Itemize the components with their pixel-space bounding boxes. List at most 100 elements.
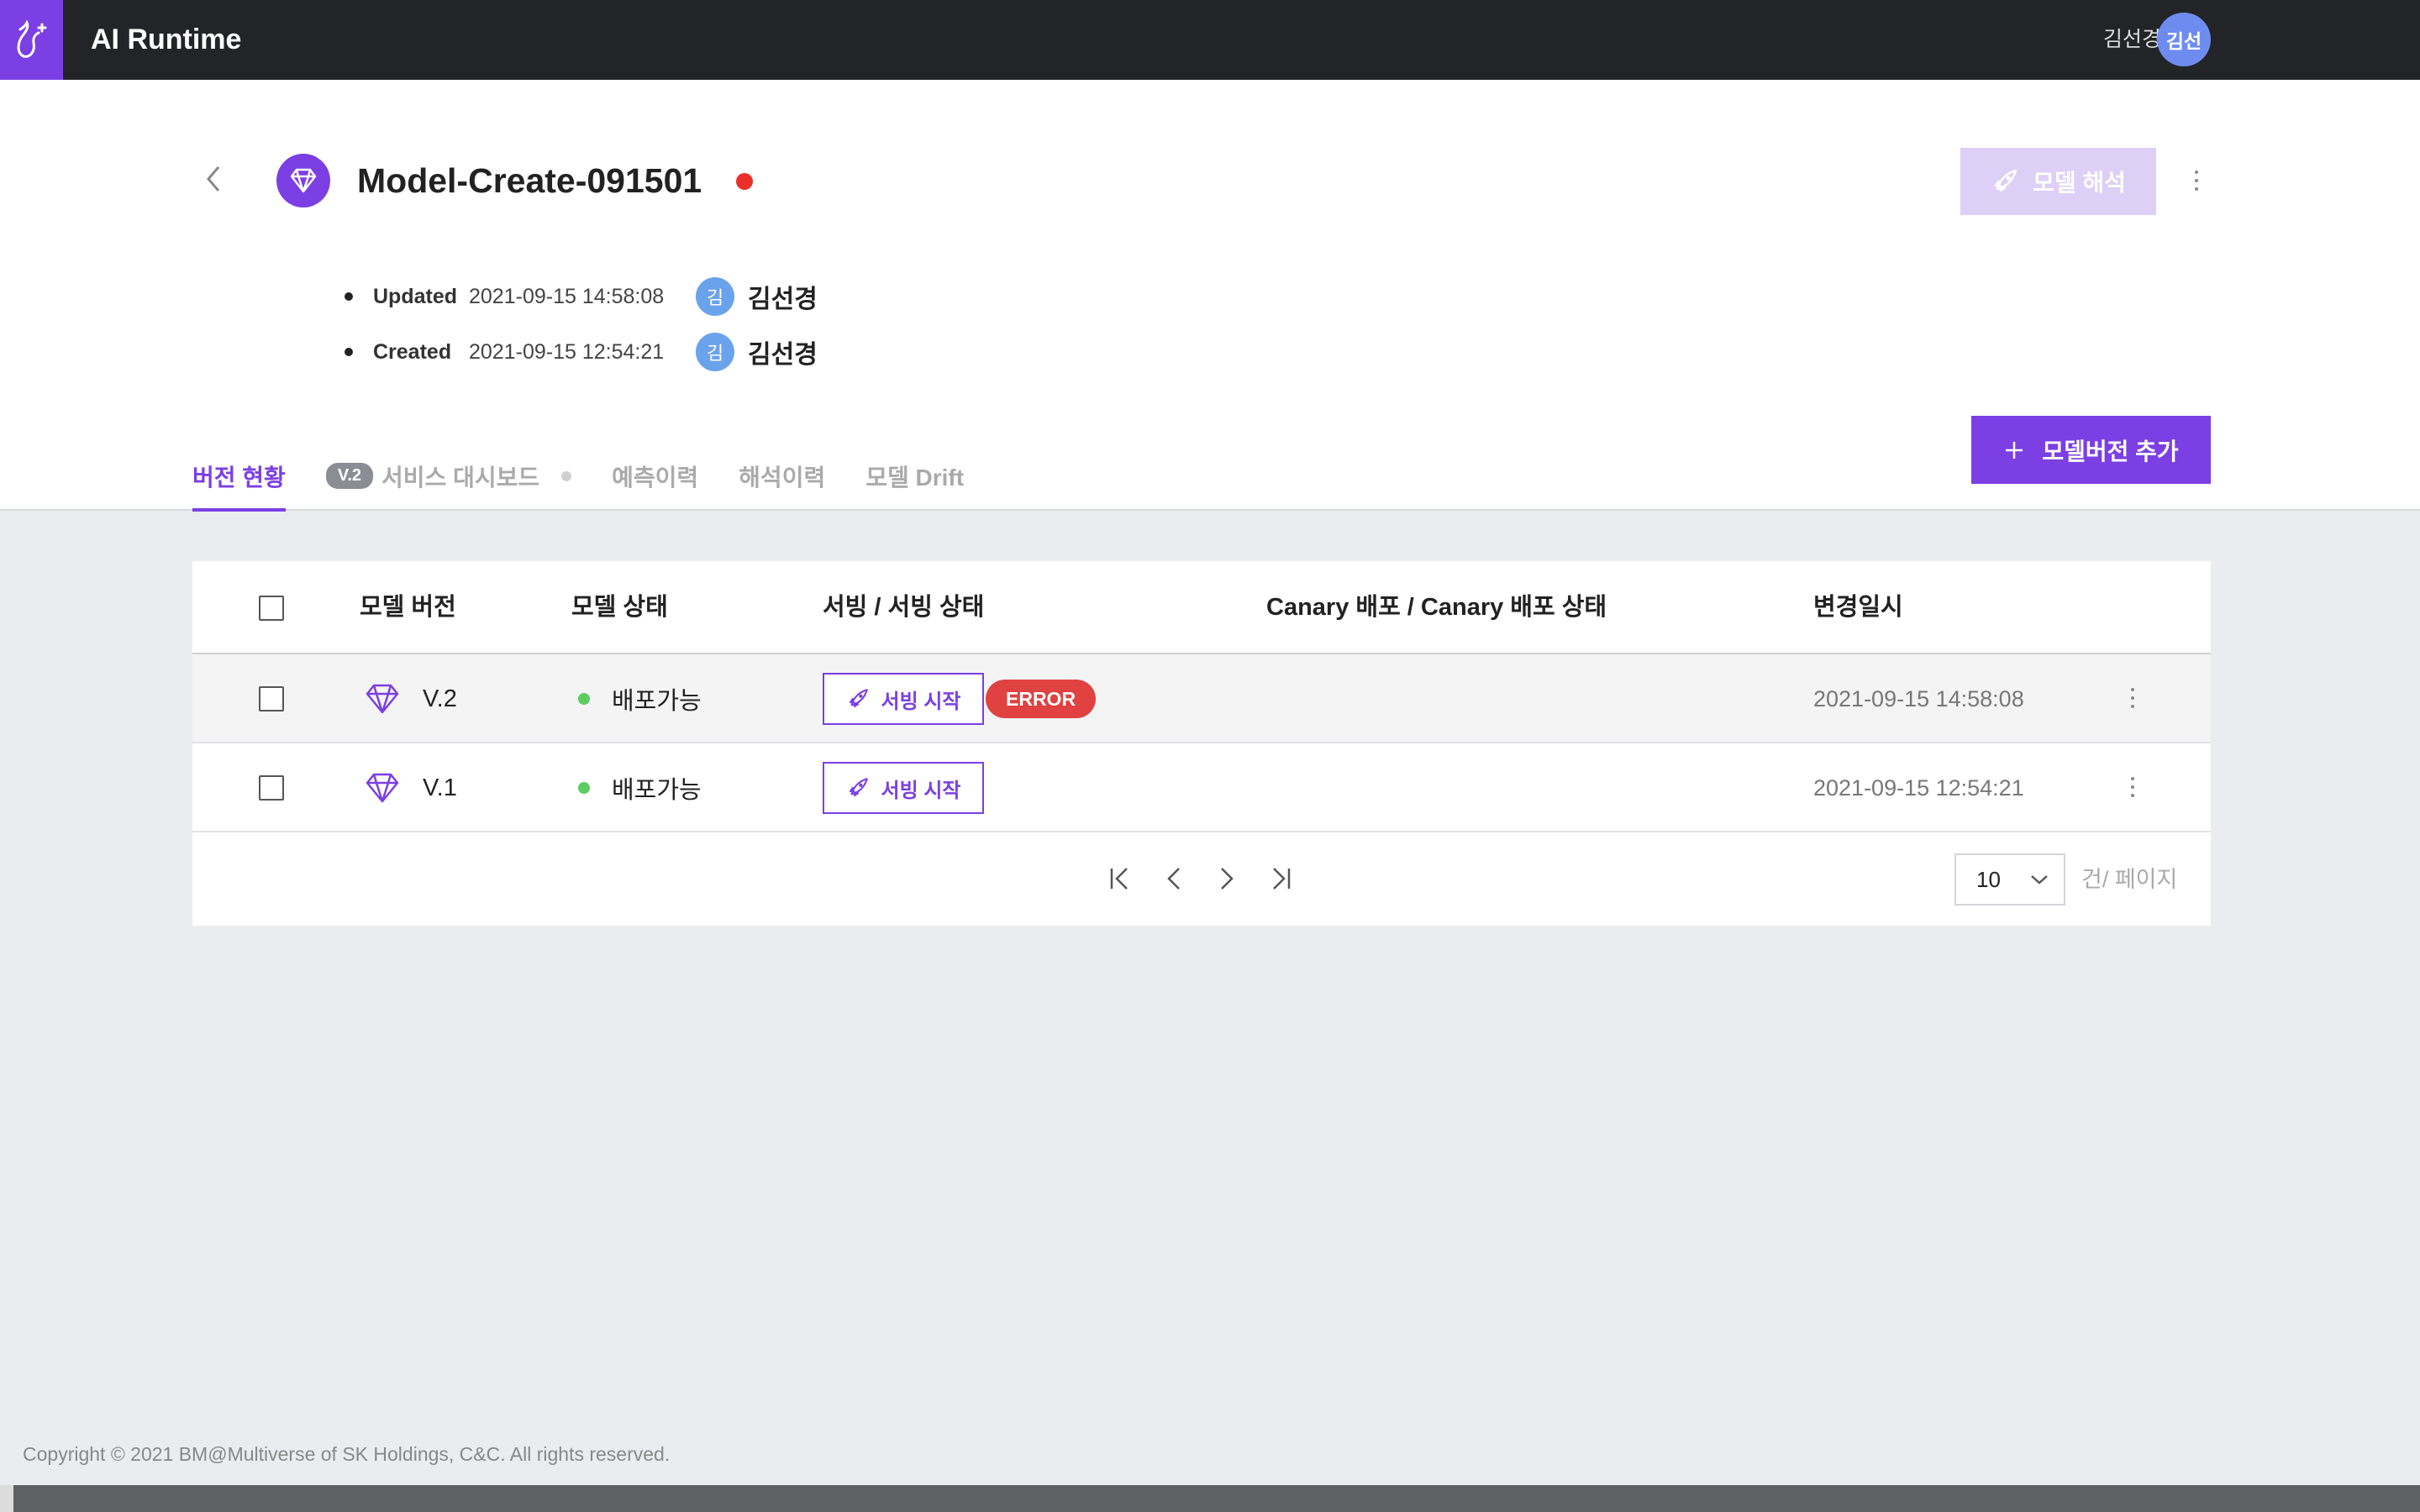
version-label[interactable]: V.2	[423, 685, 457, 713]
version-badge: V.2	[325, 463, 374, 489]
app-title: AI Runtime	[91, 24, 242, 55]
model-interpret-button[interactable]: 모델 해석	[1960, 148, 2156, 215]
row-checkbox[interactable]	[259, 775, 284, 801]
serving-cell: 서빙 시작	[823, 743, 984, 832]
start-serving-button[interactable]: 서빙 시작	[823, 673, 984, 725]
bullet	[345, 348, 353, 356]
state-label: 배포가능	[612, 688, 702, 715]
page-size-select[interactable]: 10	[1954, 853, 2065, 906]
version-cell: V.1	[364, 743, 457, 832]
add-model-version-button[interactable]: 모델버전 추가	[1971, 416, 2211, 484]
updated-date: 2021-09-15 12:54:21	[1813, 774, 2024, 801]
version-cell: V.2	[364, 654, 457, 743]
first-page-button[interactable]	[1104, 862, 1138, 895]
tab-model-drift[interactable]: 모델 Drift	[865, 441, 964, 511]
row-select-cell	[259, 743, 284, 832]
chevron-down-icon	[2031, 875, 2048, 885]
app-logo[interactable]	[0, 0, 63, 80]
state-cell: 배포가능	[578, 654, 702, 743]
version-table: 모델 버전 모델 상태 서빙 / 서빙 상태 Canary 배포 / Canar…	[192, 561, 2211, 926]
model-title: Model-Create-091501	[357, 161, 702, 200]
state-cell: 배포가능	[578, 743, 702, 832]
user-avatar[interactable]: 김선	[2157, 13, 2211, 66]
state-dot	[578, 693, 590, 705]
updated-cell: 2021-09-15 14:58:08	[1813, 654, 2024, 743]
last-page-button[interactable]	[1263, 862, 1297, 895]
scrollbar-thumb[interactable]	[0, 1485, 13, 1512]
version-label[interactable]: V.1	[423, 774, 457, 802]
diamond-icon	[290, 168, 317, 193]
column-header[interactable]: 모델 버전	[360, 561, 456, 654]
updated-cell: 2021-09-15 12:54:21	[1813, 743, 2024, 832]
add-model-version-label: 모델버전 추가	[2042, 438, 2179, 465]
user-name: 김선경	[2102, 28, 2161, 51]
chevron-left-icon	[207, 166, 220, 192]
table-row[interactable]: V.2 배포가능 서빙 시작 ERROR 2021-09-15 14:58:08	[192, 654, 2211, 743]
row-select-cell	[259, 654, 284, 743]
serving-status-badge: ERROR	[986, 680, 1097, 718]
created-label: Created	[373, 339, 452, 364]
chevron-right-icon	[1221, 868, 1234, 890]
created-date: 2021-09-15 12:54:21	[469, 339, 665, 364]
tab-version-status[interactable]: 버전 현황	[192, 441, 286, 512]
rocket-icon	[849, 689, 868, 708]
last-page-icon	[1273, 868, 1291, 890]
tab-status-dot	[561, 470, 572, 481]
column-header[interactable]: 모델 상태	[571, 561, 668, 654]
tab-service-dashboard-label: 서비스 대시보드	[381, 464, 540, 491]
start-serving-label: 서빙 시작	[881, 690, 961, 713]
updated-by-name: 김선경	[748, 286, 818, 313]
updated-by-avatar: 김	[696, 277, 734, 316]
page-size-unit: 건/ 페이지	[2081, 867, 2178, 892]
bullet	[345, 292, 353, 301]
tab-version-status-label: 버전 현황	[192, 464, 286, 491]
updated-date: 2021-09-15 14:58:08	[1813, 685, 2024, 711]
created-by-avatar: 김	[696, 333, 734, 371]
back-button[interactable]	[198, 164, 229, 194]
pagination: 10 건/ 페이지	[192, 832, 2211, 926]
row-checkbox[interactable]	[259, 686, 284, 711]
model-interpret-label: 모델 해석	[2033, 170, 2126, 196]
diamond-icon	[366, 773, 399, 803]
start-serving-label: 서빙 시작	[881, 779, 961, 802]
next-page-button[interactable]	[1210, 862, 1244, 895]
table-header: 모델 버전 모델 상태 서빙 / 서빙 상태 Canary 배포 / Canar…	[192, 561, 2211, 654]
model-header: Model-Create-091501 Updated 2021-09-15 1…	[0, 80, 2420, 512]
row-more-options-icon[interactable]	[2123, 770, 2143, 804]
rocket-icon	[849, 778, 868, 797]
table-row[interactable]: V.1 배포가능 서빙 시작 2021-09-15 12:54:21	[192, 743, 2211, 832]
tab-interpret-history-label: 해석이력	[739, 464, 826, 491]
model-status-dot	[736, 173, 753, 190]
updated-date: 2021-09-15 14:58:08	[469, 284, 665, 308]
row-more-options-icon[interactable]	[2123, 681, 2143, 715]
more-options-icon[interactable]	[2186, 164, 2207, 197]
logo-icon	[17, 19, 46, 58]
model-avatar	[276, 154, 330, 207]
select-all-checkbox[interactable]	[259, 595, 284, 621]
prev-page-button[interactable]	[1157, 862, 1191, 895]
footer-copyright: Copyright © 2021 BM@Multiverse of SK Hol…	[23, 1443, 671, 1465]
state-dot	[578, 782, 590, 794]
column-header[interactable]: 서빙 / 서빙 상태	[823, 561, 984, 654]
tab-model-drift-label: 모델 Drift	[865, 464, 965, 491]
start-serving-button[interactable]: 서빙 시작	[823, 762, 984, 814]
tab-interpret-history[interactable]: 해석이력	[739, 441, 825, 511]
top-bar: AI Runtime 김선경 김선	[0, 0, 2420, 80]
horizontal-scrollbar[interactable]	[0, 1485, 2420, 1512]
column-header[interactable]: Canary 배포 / Canary 배포 상태	[1266, 561, 1607, 654]
serving-cell: 서빙 시작 ERROR	[823, 654, 1097, 743]
tab-prediction-history[interactable]: 예측이력	[612, 441, 698, 511]
tab-service-dashboard[interactable]: V.2 서비스 대시보드	[325, 441, 572, 511]
state-label: 배포가능	[612, 777, 702, 804]
created-row: Created 2021-09-15 12:54:21 김 김선경	[345, 333, 818, 371]
diamond-icon	[366, 684, 399, 714]
updated-label: Updated	[373, 284, 457, 308]
chevron-left-icon	[1167, 868, 1180, 890]
page-size-value: 10	[1976, 866, 2001, 892]
created-by-name: 김선경	[748, 341, 818, 369]
rocket-icon	[1994, 169, 2018, 192]
column-header[interactable]: 변경일시	[1813, 561, 1903, 654]
first-page-icon	[1110, 868, 1128, 890]
tab-bar: 버전 현황 V.2 서비스 대시보드 예측이력 해석이력 모델 Drift	[192, 441, 1004, 512]
updated-row: Updated 2021-09-15 14:58:08 김 김선경	[345, 277, 818, 316]
